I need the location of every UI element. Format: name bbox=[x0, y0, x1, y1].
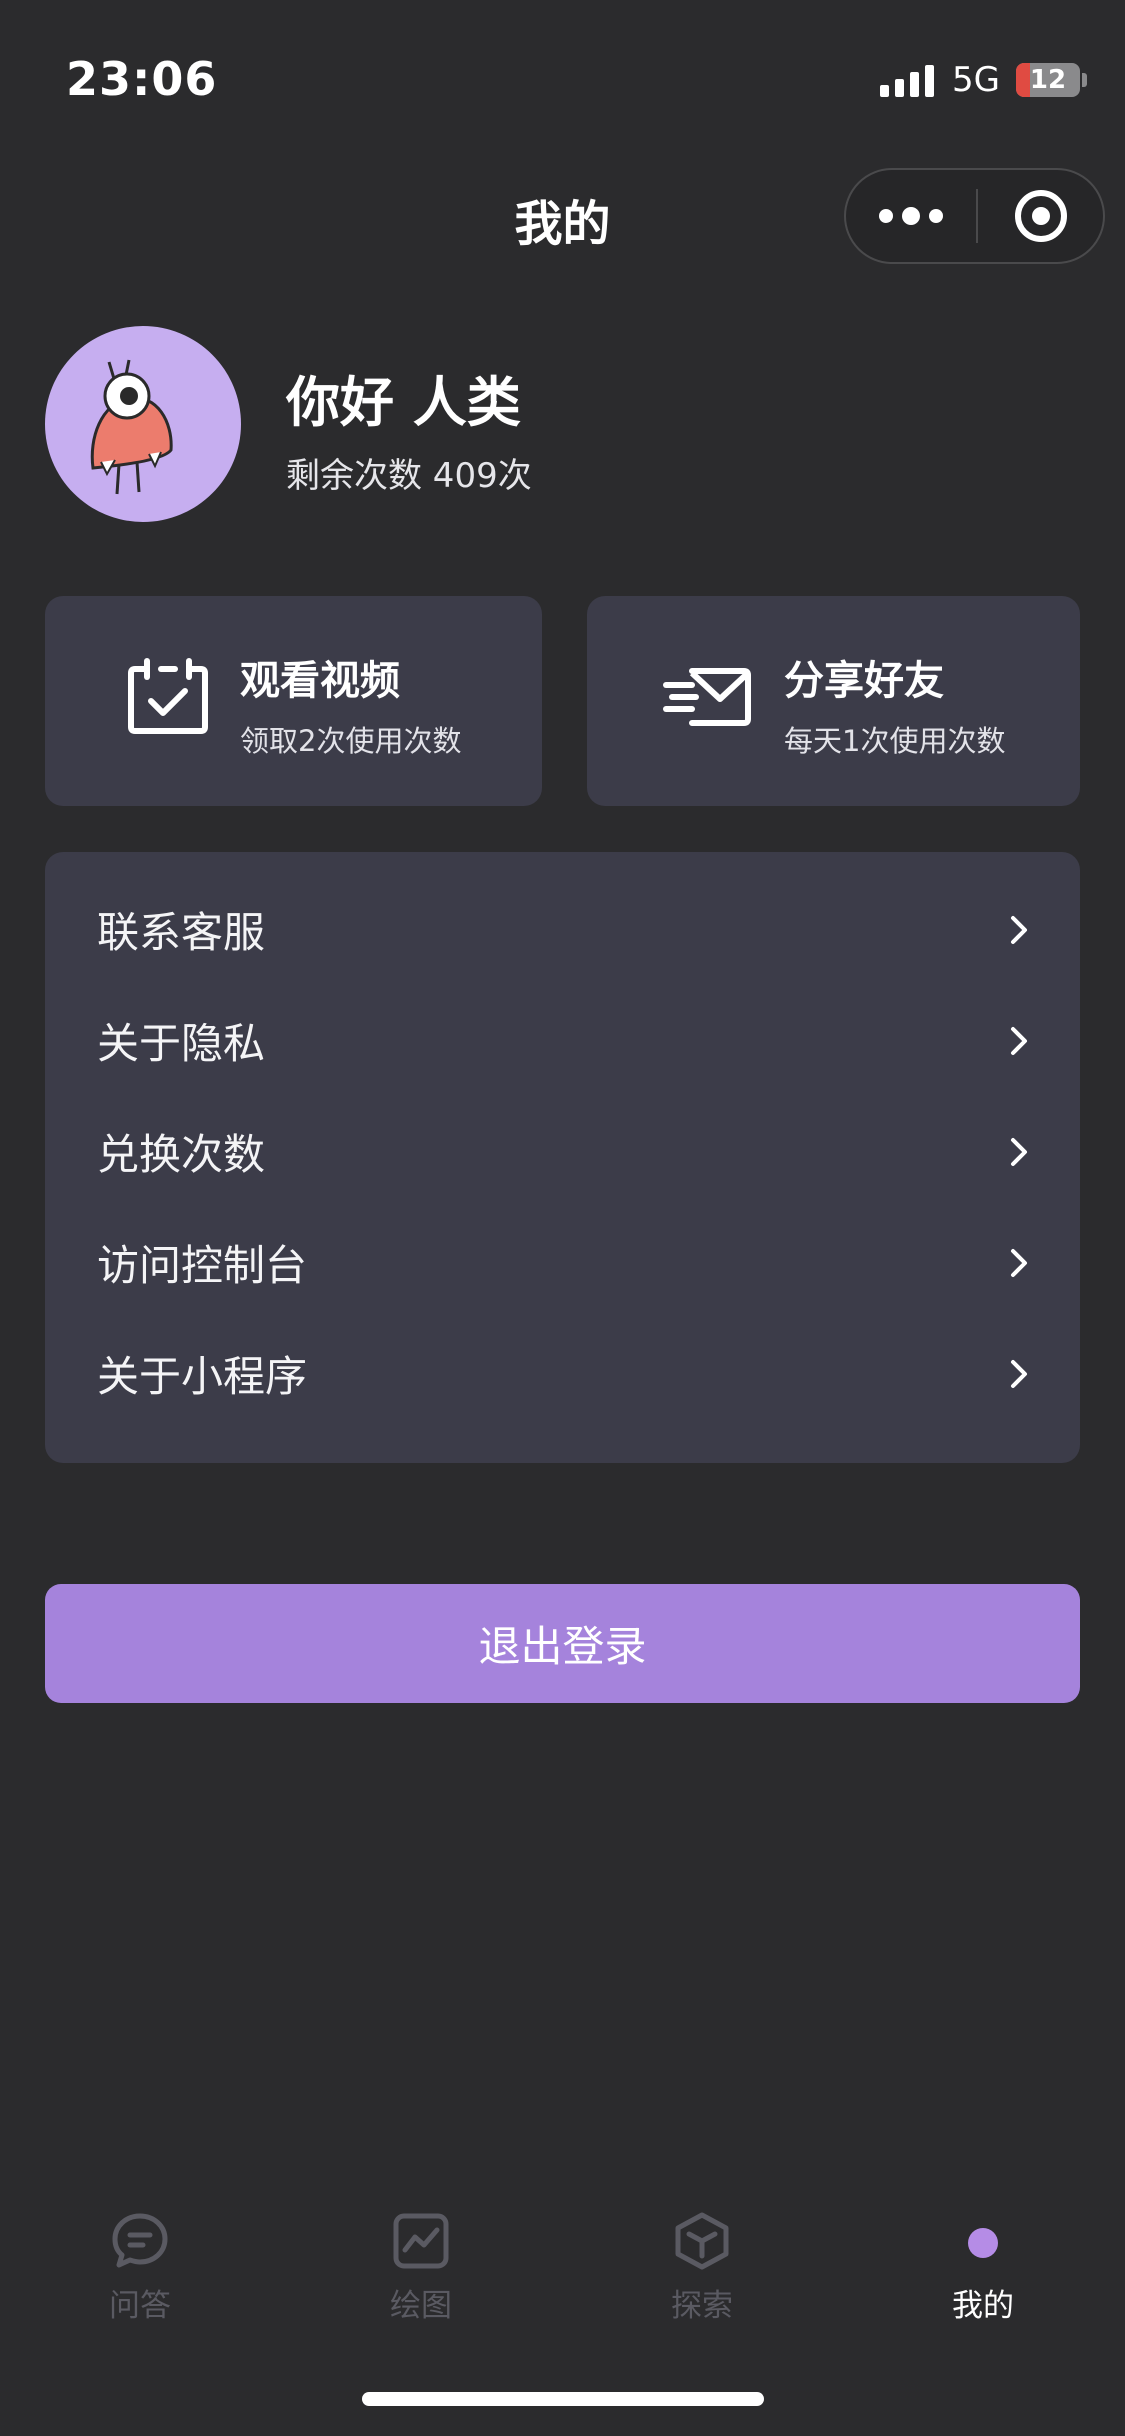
signal-icon bbox=[880, 63, 935, 97]
chevron-right-icon bbox=[1011, 1137, 1027, 1166]
watch-video-title: 观看视频 bbox=[240, 658, 400, 704]
target-circle-icon bbox=[1014, 190, 1067, 242]
menu-item-label: 关于小程序 bbox=[97, 1352, 308, 1401]
battery-icon: 12 bbox=[1016, 63, 1080, 97]
menu-item-privacy[interactable]: 关于隐私 bbox=[45, 985, 1080, 1096]
home-indicator bbox=[362, 2392, 764, 2406]
status-bar: 23:06 5G 12 bbox=[0, 0, 1125, 160]
chevron-right-icon bbox=[1011, 1026, 1027, 1055]
battery-tip bbox=[1082, 73, 1087, 87]
chevron-right-icon bbox=[1011, 1359, 1027, 1388]
logout-button[interactable]: 退出登录 bbox=[45, 1584, 1080, 1703]
cube-icon bbox=[675, 2212, 729, 2270]
share-friend-subtitle: 每天1次使用次数 bbox=[784, 724, 1006, 758]
menu-item-label: 联系客服 bbox=[97, 908, 266, 957]
more-dot-icon bbox=[879, 209, 893, 223]
tab-explore[interactable]: 探索 bbox=[602, 2210, 802, 2330]
tab-label: 问答 bbox=[109, 2288, 171, 2324]
more-options-button[interactable] bbox=[846, 170, 976, 262]
avatar[interactable] bbox=[45, 326, 241, 522]
tab-label: 探索 bbox=[671, 2288, 733, 2324]
chat-bubble-icon bbox=[112, 2213, 168, 2268]
tab-label: 我的 bbox=[952, 2288, 1014, 2324]
menu-item-console[interactable]: 访问控制台 bbox=[45, 1207, 1080, 1318]
menu-item-label: 关于隐私 bbox=[97, 1019, 266, 1068]
more-dot-icon bbox=[929, 209, 943, 223]
watch-video-subtitle: 领取2次使用次数 bbox=[240, 724, 462, 758]
miniprogram-capsule bbox=[844, 168, 1105, 264]
chart-frame-icon bbox=[393, 2213, 449, 2269]
status-time: 23:06 bbox=[66, 52, 218, 106]
dot-icon bbox=[968, 2228, 998, 2258]
more-dot-icon bbox=[902, 207, 920, 225]
share-friend-card[interactable]: 分享好友 每天1次使用次数 bbox=[587, 596, 1080, 806]
watch-video-card[interactable]: 观看视频 领取2次使用次数 bbox=[45, 596, 542, 806]
menu-item-label: 兑换次数 bbox=[97, 1130, 266, 1179]
envelope-send-icon bbox=[663, 668, 751, 726]
network-type: 5G bbox=[952, 60, 1000, 100]
tab-qa[interactable]: 问答 bbox=[40, 2210, 240, 2330]
profile-screen: 23:06 5G 12 我的 你好 人类 剩余次数 409次 观看视频 领取2次… bbox=[0, 0, 1125, 2436]
monster-avatar-icon bbox=[90, 359, 173, 495]
menu-item-contact-service[interactable]: 联系客服 bbox=[45, 874, 1080, 985]
calendar-check-icon bbox=[128, 658, 208, 734]
tab-mine[interactable]: 我的 bbox=[883, 2210, 1083, 2330]
status-indicators: 5G 12 bbox=[880, 60, 1087, 100]
greeting-text: 你好 人类 bbox=[286, 371, 521, 434]
close-miniprogram-button[interactable] bbox=[978, 170, 1103, 262]
chevron-right-icon bbox=[1011, 1248, 1027, 1277]
share-friend-title: 分享好友 bbox=[784, 658, 944, 704]
settings-menu: 联系客服 关于隐私 兑换次数 访问控制台 关于小程序 bbox=[45, 852, 1080, 1463]
remaining-count: 剩余次数 409次 bbox=[286, 456, 532, 496]
tab-bar: 问答 绘图 探索 我的 bbox=[0, 2180, 1125, 2340]
menu-item-about-miniprogram[interactable]: 关于小程序 bbox=[45, 1318, 1080, 1429]
tab-label: 绘图 bbox=[390, 2288, 452, 2324]
tab-draw[interactable]: 绘图 bbox=[321, 2210, 521, 2330]
battery-level: 12 bbox=[1029, 65, 1067, 95]
chevron-right-icon bbox=[1011, 915, 1027, 944]
menu-item-label: 访问控制台 bbox=[97, 1241, 308, 1290]
menu-item-redeem[interactable]: 兑换次数 bbox=[45, 1096, 1080, 1207]
